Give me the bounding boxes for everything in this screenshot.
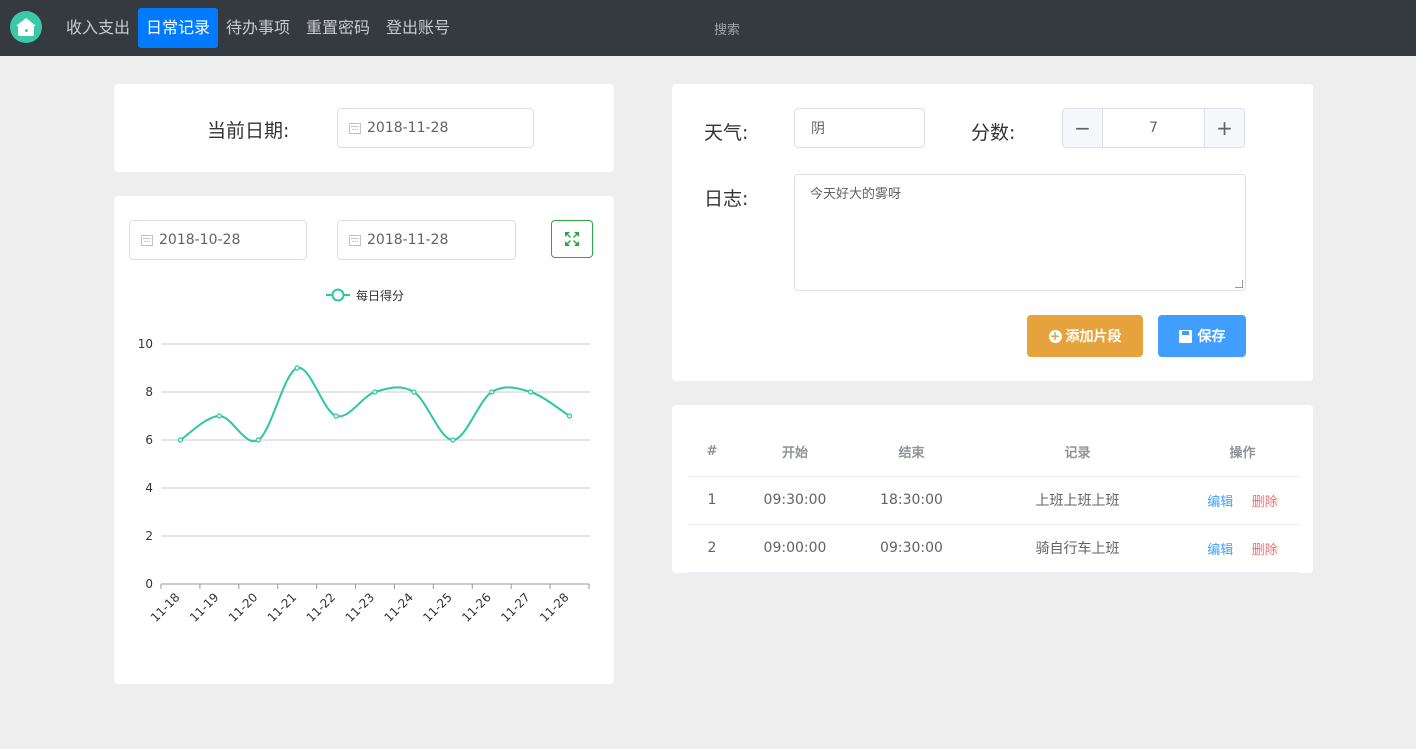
current-date-label: 当前日期: (207, 120, 290, 142)
score-value[interactable]: 7 (1103, 109, 1204, 147)
cell-end: 18:30:00 (853, 476, 970, 525)
table-header-row: # 开始 结束 记录 操作 (687, 428, 1300, 477)
y-tick-label: 10 (138, 337, 153, 351)
cell-start: 09:00:00 (737, 524, 853, 573)
score-label: 分数: (971, 122, 1016, 144)
cell-actions: 编辑 删除 (1185, 476, 1300, 525)
data-point[interactable] (177, 437, 184, 443)
current-date-value: 2018-11-28 (367, 120, 449, 136)
delete-link[interactable]: 删除 (1252, 495, 1278, 510)
log-text: 今天好大的雾呀 (810, 187, 902, 202)
cell-record: 骑自行车上班 (970, 524, 1185, 573)
data-point[interactable] (450, 437, 456, 443)
chart-legend: 每日得分 (326, 288, 404, 303)
data-point[interactable] (411, 389, 417, 395)
x-tick-label: 11-26 (459, 590, 494, 625)
calendar-icon (349, 234, 361, 246)
end-date-picker[interactable]: 2018-11-28 (337, 220, 516, 260)
x-tick-label: 11-22 (304, 590, 339, 625)
top-navbar: 收入支出 日常记录 待办事项 重置密码 登出账号 搜索 (0, 0, 1416, 56)
y-tick-label: 2 (145, 529, 153, 543)
data-point[interactable] (333, 413, 339, 419)
x-tick-label: 11-19 (187, 590, 222, 625)
save-button[interactable]: 保存 (1158, 315, 1246, 357)
weather-input[interactable]: 阴 (794, 108, 925, 148)
edit-link[interactable]: 编辑 (1207, 495, 1233, 510)
x-tick-label: 11-21 (265, 590, 300, 625)
plus-circle-icon: + (1048, 328, 1062, 343)
search-link[interactable]: 搜索 (714, 19, 740, 38)
col-header-actions: 操作 (1185, 428, 1300, 477)
nav-item-logout[interactable]: 登出账号 (378, 8, 458, 48)
weather-value: 阴 (811, 121, 825, 137)
nav-item-reset-password[interactable]: 重置密码 (298, 8, 378, 48)
y-tick-label: 0 (145, 577, 153, 591)
cell-actions: 编辑 删除 (1185, 524, 1300, 573)
log-textarea[interactable]: 今天好大的雾呀 (794, 174, 1246, 291)
col-header-index: # (687, 428, 737, 477)
data-point[interactable] (489, 389, 495, 395)
data-point[interactable] (255, 437, 261, 443)
expand-icon (565, 232, 579, 246)
data-point[interactable] (566, 413, 573, 419)
weather-label: 天气: (704, 122, 749, 144)
cell-index: 2 (687, 524, 737, 573)
series-line (179, 366, 571, 443)
expand-button[interactable] (551, 220, 593, 258)
cell-start: 09:30:00 (737, 476, 853, 525)
cell-end: 09:30:00 (853, 524, 970, 573)
x-tick-label: 11-24 (381, 590, 416, 625)
end-date-value: 2018-11-28 (367, 232, 449, 248)
resize-handle[interactable] (1235, 280, 1243, 288)
x-tick-label: 11-20 (226, 590, 261, 625)
current-date-picker[interactable]: 2018-11-28 (337, 108, 534, 148)
log-label: 日志: (704, 188, 749, 210)
x-tick-label: 11-23 (343, 590, 378, 625)
y-tick-label: 6 (145, 433, 153, 447)
add-segment-button[interactable]: + 添加片段 (1027, 315, 1143, 357)
y-tick-label: 4 (145, 481, 153, 495)
score-decrease-button[interactable]: − (1063, 109, 1103, 147)
y-tick-label: 8 (145, 385, 153, 399)
start-date-value: 2018-10-28 (159, 232, 241, 248)
data-point[interactable] (528, 389, 534, 395)
x-tick-label: 11-27 (498, 590, 533, 625)
floppy-disk-icon (1178, 329, 1192, 343)
app-logo-icon[interactable] (10, 11, 42, 43)
save-label: 保存 (1197, 329, 1226, 345)
delete-link[interactable]: 删除 (1252, 543, 1278, 558)
daily-score-line-chart: 每日得分 0246810 11-18 11-19 11-20 11-21 11-22 11… (138, 288, 590, 625)
score-stepper[interactable]: − 7 + (1062, 108, 1245, 148)
segments-table: # 开始 结束 记录 操作 1 09:30:00 18:30:00 上班上班上班… (687, 428, 1300, 573)
col-header-end: 结束 (853, 428, 970, 477)
col-header-start: 开始 (737, 428, 853, 477)
cell-record: 上班上班上班 (970, 476, 1185, 525)
table-row: 1 09:30:00 18:30:00 上班上班上班 编辑 删除 (687, 476, 1300, 525)
calendar-icon (141, 234, 153, 246)
nav-item-todo[interactable]: 待办事项 (218, 8, 298, 48)
score-increase-button[interactable]: + (1204, 109, 1244, 147)
data-point[interactable] (372, 389, 378, 395)
x-tick-label: 11-18 (148, 590, 183, 625)
cell-index: 1 (687, 476, 737, 525)
calendar-icon (349, 122, 361, 134)
data-point[interactable] (216, 413, 222, 419)
nav-item-daily-record[interactable]: 日常记录 (138, 8, 219, 48)
edit-link[interactable]: 编辑 (1207, 543, 1233, 558)
nav-item-income-expense[interactable]: 收入支出 (58, 8, 138, 48)
start-date-picker[interactable]: 2018-10-28 (129, 220, 307, 260)
legend-label: 每日得分 (356, 288, 404, 303)
x-tick-label: 11-25 (420, 590, 455, 625)
data-point[interactable] (294, 365, 300, 371)
table-row: 2 09:00:00 09:30:00 骑自行车上班 编辑 删除 (687, 524, 1300, 573)
x-tick-label: 11-28 (537, 590, 572, 625)
col-header-record: 记录 (970, 428, 1185, 477)
add-segment-label: 添加片段 (1065, 329, 1122, 345)
